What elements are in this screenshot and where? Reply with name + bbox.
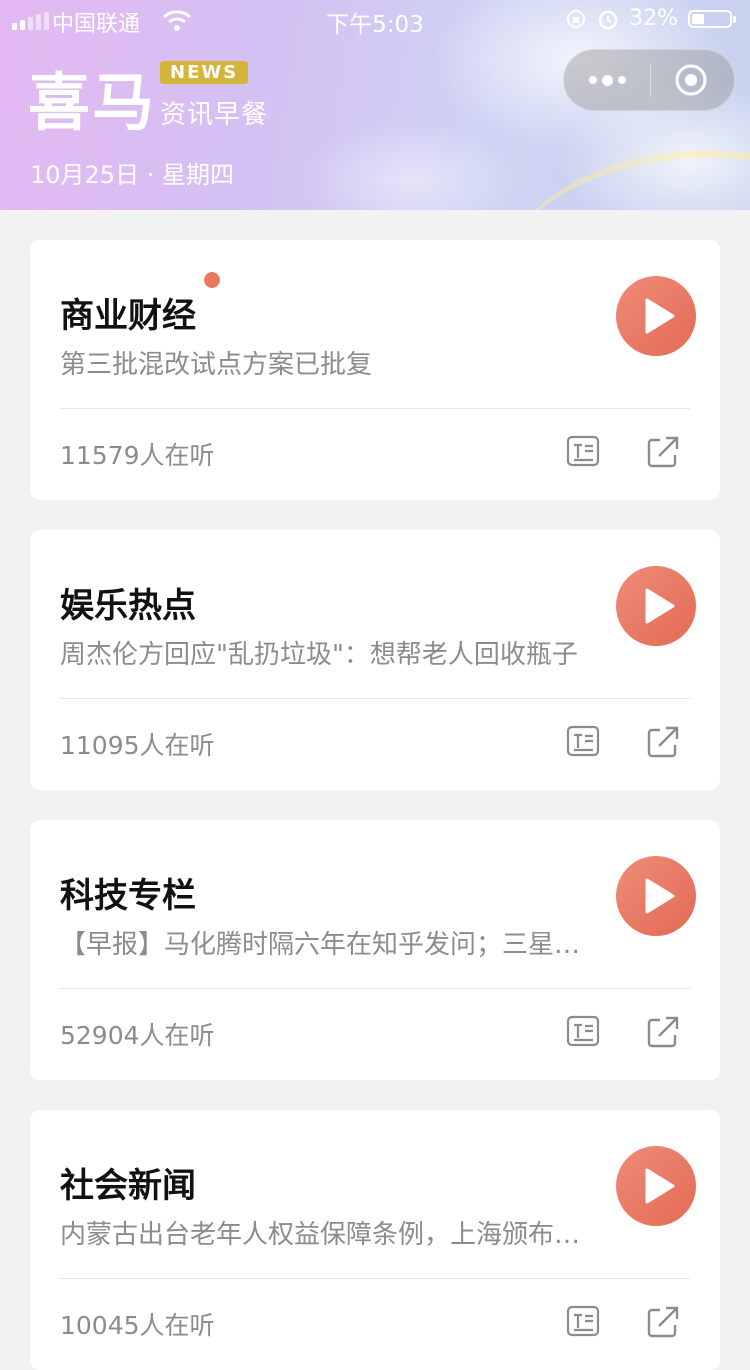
play-button[interactable]	[616, 1146, 696, 1226]
card-divider	[60, 408, 690, 409]
card-subtitle: 【早报】马化腾时隔六年在知乎发问；三星新机曝光	[60, 930, 600, 960]
share-icon[interactable]	[645, 434, 681, 470]
unread-dot	[204, 272, 220, 288]
play-icon	[645, 878, 675, 914]
date-label: 10月25日 · 星期四	[30, 161, 234, 189]
card-title: 娱乐热点	[60, 586, 196, 626]
listener-count: 52904人在听	[60, 1021, 215, 1050]
news-card[interactable]: 娱乐热点 周杰伦方回应"乱扔垃圾"：想帮老人回收瓶子 11095人在听	[30, 530, 720, 790]
play-icon	[645, 588, 675, 624]
card-divider	[60, 698, 690, 699]
card-title: 商业财经	[60, 296, 196, 336]
cloud-decoration	[300, 120, 520, 210]
play-icon	[645, 1168, 675, 1204]
transcript-icon[interactable]	[566, 724, 600, 758]
listener-count: 11579人在听	[60, 441, 215, 470]
card-subtitle: 第三批混改试点方案已批复	[60, 350, 373, 380]
card-subtitle: 周杰伦方回应"乱扔垃圾"：想帮老人回收瓶子	[60, 640, 578, 670]
transcript-icon[interactable]	[566, 434, 600, 468]
app-logo: 喜马	[28, 66, 157, 139]
card-title: 社会新闻	[60, 1166, 196, 1206]
share-icon[interactable]	[645, 724, 681, 760]
orientation-lock-icon	[567, 9, 586, 28]
card-subtitle: 内蒙古出台老年人权益保障条例，上海颁布新规	[60, 1220, 600, 1250]
news-card[interactable]: 商业财经 第三批混改试点方案已批复 11579人在听	[30, 240, 720, 500]
more-dots-icon[interactable]	[564, 50, 650, 110]
share-icon[interactable]	[645, 1014, 681, 1050]
share-icon[interactable]	[645, 1304, 681, 1340]
play-button[interactable]	[616, 566, 696, 646]
transcript-icon[interactable]	[566, 1014, 600, 1048]
news-badge: NEWS	[160, 61, 249, 84]
listener-count: 11095人在听	[60, 731, 215, 760]
play-button[interactable]	[616, 276, 696, 356]
capsule-divider	[650, 65, 651, 97]
card-divider	[60, 1278, 690, 1279]
header-banner: 中国联通 下午5:03 32% 喜马 NEWS 资讯早餐 10月25日 · 星期…	[0, 0, 750, 210]
play-button[interactable]	[616, 856, 696, 936]
alarm-icon	[598, 10, 618, 29]
news-card[interactable]: 社会新闻 内蒙古出台老年人权益保障条例，上海颁布新规 10045人在听	[30, 1110, 720, 1370]
target-circle-icon[interactable]	[674, 63, 708, 97]
listener-count: 10045人在听	[60, 1311, 215, 1340]
play-icon	[645, 298, 675, 334]
card-divider	[60, 988, 690, 989]
card-title: 科技专栏	[60, 876, 196, 916]
battery-icon	[688, 9, 736, 28]
logo-subtitle: 资讯早餐	[160, 100, 269, 130]
miniprogram-capsule	[563, 49, 735, 111]
news-card[interactable]: 科技专栏 【早报】马化腾时隔六年在知乎发问；三星新机曝光 52904人在听	[30, 820, 720, 1080]
status-bar: 中国联通 下午5:03 32%	[0, 0, 750, 40]
battery-percent: 32%	[629, 6, 678, 31]
transcript-icon[interactable]	[566, 1304, 600, 1338]
